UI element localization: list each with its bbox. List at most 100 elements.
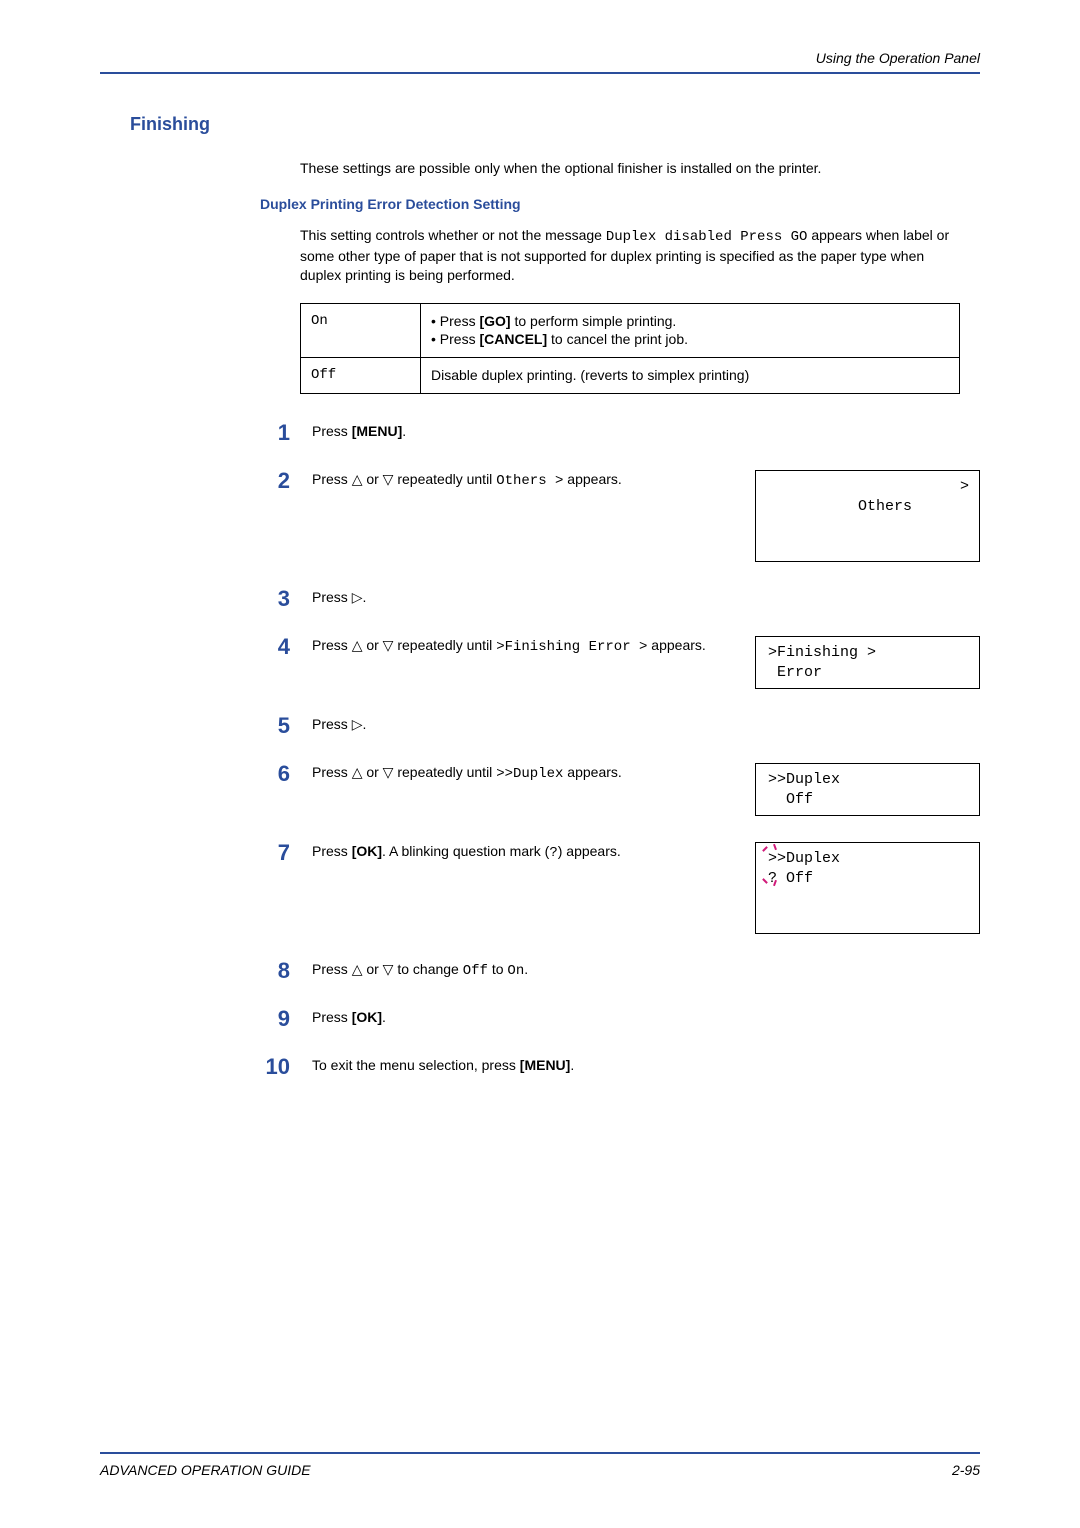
step: 7 Press [OK]. A blinking question mark (…	[260, 842, 980, 934]
step-text: Press △ or ▽ to change Off to On.	[312, 960, 980, 981]
text: Press	[312, 764, 352, 780]
text: .	[362, 589, 366, 605]
step-number: 9	[260, 1008, 290, 1030]
text: Press	[312, 423, 352, 439]
text: .	[382, 1009, 386, 1025]
lcd-line: >>Duplex	[768, 771, 840, 788]
lcd-display: >Finishing > Error	[755, 636, 980, 689]
bold-text: [MENU]	[520, 1057, 571, 1073]
bold-text: [OK]	[352, 1009, 382, 1025]
footer-right: 2-95	[952, 1462, 980, 1478]
lcd-arrow: >	[960, 477, 969, 497]
bullet-item: Press [GO] to perform simple printing.	[431, 312, 949, 331]
text: .	[402, 423, 406, 439]
text: Press	[440, 331, 480, 347]
code: Duplex disabled Press GO	[606, 229, 808, 245]
bold-text: [OK]	[352, 843, 382, 859]
step-text: Press [MENU].	[312, 422, 980, 441]
step-text: Press △ or ▽ repeatedly until >>Duplex a…	[312, 763, 737, 816]
text: Press	[312, 716, 352, 732]
triangle-icon: ▷	[352, 716, 363, 732]
step-text: Press △ or ▽ repeatedly until >Finishing…	[312, 636, 737, 689]
subsection-intro: This setting controls whether or not the…	[300, 226, 960, 285]
section-title: Finishing	[130, 114, 980, 135]
code: >>Duplex	[496, 766, 563, 782]
intro-paragraph: These settings are possible only when th…	[300, 159, 960, 178]
blink-indicator-icon	[762, 846, 782, 886]
step: 10 To exit the menu selection, press [ME…	[260, 1056, 980, 1078]
setting-key: Off	[301, 358, 421, 394]
step: 8 Press △ or ▽ to change Off to On.	[260, 960, 980, 982]
lcd-line: >Finishing >	[768, 644, 876, 661]
text: .	[362, 716, 366, 732]
lcd-line: Error	[768, 664, 822, 681]
step-text: Press ▷.	[312, 588, 980, 607]
triangle-icons: △ or ▽	[352, 637, 394, 653]
text: . A blinking question mark (	[382, 843, 549, 859]
step-text: Press [OK]. A blinking question mark (?)…	[312, 842, 737, 934]
text: repeatedly until	[393, 637, 496, 653]
step: 6 Press △ or ▽ repeatedly until >>Duplex…	[260, 763, 980, 816]
setting-key: On	[301, 303, 421, 358]
step-number: 7	[260, 842, 290, 864]
page-footer: ADVANCED OPERATION GUIDE 2-95	[100, 1452, 980, 1478]
text: ) appears.	[558, 843, 621, 859]
text: appears.	[563, 764, 621, 780]
settings-table: On Press [GO] to perform simple printing…	[300, 303, 960, 395]
setting-value: Press [GO] to perform simple printing. P…	[421, 303, 960, 358]
triangle-icon: ▷	[352, 589, 363, 605]
lcd-display: >>Duplex ? Off	[755, 842, 980, 934]
step: 2 Press △ or ▽ repeatedly until Others >…	[260, 470, 980, 562]
step-number: 2	[260, 470, 290, 492]
text: .	[524, 961, 528, 977]
step-number: 6	[260, 763, 290, 785]
text: Press	[312, 589, 352, 605]
step: 5 Press ▷.	[260, 715, 980, 737]
step-number: 3	[260, 588, 290, 610]
step-number: 1	[260, 422, 290, 444]
step-number: 5	[260, 715, 290, 737]
footer-left: ADVANCED OPERATION GUIDE	[100, 1462, 311, 1478]
running-header: Using the Operation Panel	[100, 50, 980, 72]
step-text: To exit the menu selection, press [MENU]…	[312, 1056, 980, 1075]
text: Press	[312, 843, 352, 859]
triangle-icons: △ or ▽	[352, 961, 394, 977]
bold-text: [CANCEL]	[479, 331, 547, 347]
text: This setting controls whether or not the…	[300, 227, 606, 243]
text: to change	[393, 961, 462, 977]
steps-list: 1 Press [MENU]. 2 Press △ or ▽ repeatedl…	[260, 422, 980, 1078]
triangle-icons: △ or ▽	[352, 471, 394, 487]
step-text: Press △ or ▽ repeatedly until Others > a…	[312, 470, 737, 562]
step: 1 Press [MENU].	[260, 422, 980, 444]
text: Press	[312, 637, 352, 653]
text: .	[570, 1057, 574, 1073]
text: to perform simple printing.	[511, 313, 677, 329]
lcd-display: >>Duplex Off	[755, 763, 980, 816]
text: appears.	[647, 637, 705, 653]
text: Press	[312, 1009, 352, 1025]
lcd-line: Others	[858, 498, 912, 515]
subsection-title: Duplex Printing Error Detection Setting	[260, 196, 980, 212]
code: >Finishing Error >	[496, 639, 647, 655]
code: Off	[463, 963, 488, 979]
step-number: 10	[260, 1056, 290, 1078]
text: To exit the menu selection, press	[312, 1057, 520, 1073]
text: to cancel the print job.	[547, 331, 688, 347]
triangle-icons: △ or ▽	[352, 764, 394, 780]
code: ?	[549, 845, 557, 861]
text: repeatedly until	[393, 764, 496, 780]
lcd-display: Others >	[755, 470, 980, 562]
bold-text: [GO]	[479, 313, 510, 329]
text: to	[488, 961, 507, 977]
step: 9 Press [OK].	[260, 1008, 980, 1030]
step: 3 Press ▷.	[260, 588, 980, 610]
lcd-line: Off	[768, 791, 813, 808]
step: 4 Press △ or ▽ repeatedly until >Finishi…	[260, 636, 980, 689]
header-rule	[100, 72, 980, 74]
bullet-item: Press [CANCEL] to cancel the print job.	[431, 330, 949, 349]
step-number: 8	[260, 960, 290, 982]
table-row: Off Disable duplex printing. (reverts to…	[301, 358, 960, 394]
text: Press	[312, 471, 352, 487]
step-number: 4	[260, 636, 290, 658]
step-text: Press [OK].	[312, 1008, 980, 1027]
